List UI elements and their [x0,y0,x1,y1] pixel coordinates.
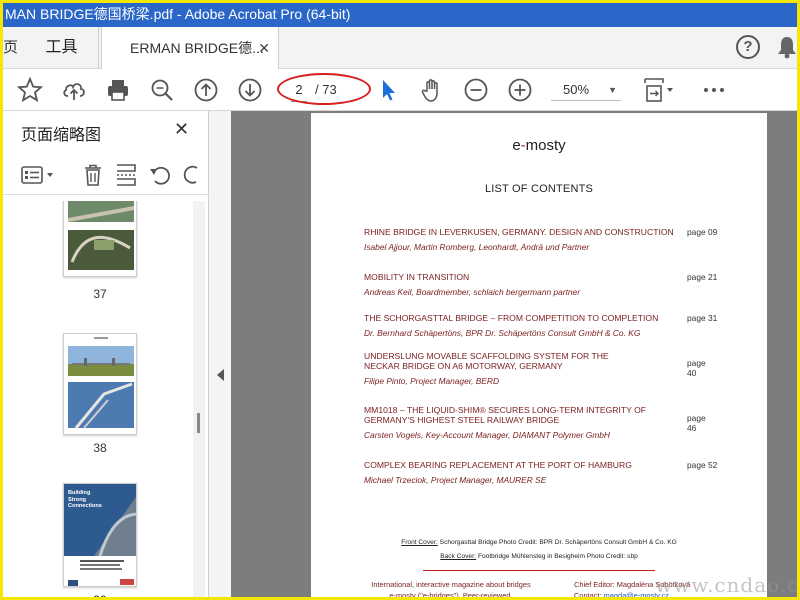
rotate-left-icon[interactable] [148,163,172,187]
help-circle-icon[interactable]: ? [736,35,760,59]
panel-title: 页面缩略图 [21,127,102,144]
trash-icon[interactable] [81,163,105,187]
chevron-left-icon [217,369,224,381]
toc-authors: Isabel Ajjour, Martin Romberg, Leonhardt… [364,242,590,252]
scrollbar-handle[interactable] [197,413,200,433]
back-cover-credit: Back Cover: Footbridge Mühlensteg in Bes… [311,553,767,560]
watermark-text: www.cndao.c [655,573,800,597]
footer-left-line: e-mosty ("e-bridges"). Peer-reviewed. [389,591,513,600]
hand-icon[interactable] [419,77,445,103]
toc-entry[interactable]: RHINE BRIDGE IN LEVERKUSEN, GERMANY. DES… [364,227,724,252]
toc-title: MOBILITY IN TRANSITION [364,272,470,282]
annotation-ellipse [277,73,371,105]
window-title: MAN BRIDGE德国桥梁.pdf - Adobe Acrobat Pro (… [3,3,797,27]
fit-page-icon[interactable] [641,77,677,103]
credit-text: Footbridge Mühlensteg in Besigheim Photo… [476,553,638,560]
thumbnail-page-number: 37 [93,287,107,301]
zoom-select[interactable]: 50% ▼ [551,79,621,101]
more-icon[interactable] [701,77,727,103]
toc-entry[interactable]: THE SCHORGASTTAL BRIDGE – FROM COMPETITI… [364,313,724,338]
credit-text: Schorgasttal Bridge Photo Credit: BPR Dr… [437,539,677,546]
page-down-icon[interactable] [237,77,263,103]
cloud-upload-icon[interactable] [61,77,87,103]
thumbnail-page-number: 39 [93,593,107,600]
thumbnail-scrollbar[interactable] [193,201,205,597]
tab-document[interactable]: ERMAN BRIDGE德... ✕ [101,27,279,70]
toc-entry[interactable]: MOBILITY IN TRANSITION Andreas Keil, Boa… [364,272,724,297]
toc-authors: Carsten Vogels, Key-Account Manager, DIA… [364,430,610,440]
print-icon[interactable] [105,77,131,103]
footer-contact-label: Contact: [574,591,604,600]
toc-page: page 31 [687,313,718,323]
panel-toolbar [3,155,209,195]
thumbnail-list: 37 38 Building Strong Connections 39 [3,201,193,600]
toc-entry[interactable]: UNDERSLUNG MOVABLE SCAFFOLDING SYSTEM FO… [364,351,706,386]
thumbnail-cover-text: Building Strong Connections [68,490,102,509]
toc-title: RHINE BRIDGE IN LEVERKUSEN, GERMANY. DES… [364,227,674,237]
toc-title: UNDERSLUNG MOVABLE SCAFFOLDING SYSTEM FO… [364,351,609,371]
toc-authors: Michael Trzeciok, Project Manager, MAURE… [364,475,547,485]
toc-title: COMPLEX BEARING REPLACEMENT AT THE PORT … [364,460,632,470]
thumbnail-page-number: 38 [93,441,107,455]
main-toolbar: 2 / 73 50% ▼ [3,69,797,111]
select-cursor-icon[interactable] [375,77,401,103]
app-window: MAN BRIDGE德国桥梁.pdf - Adobe Acrobat Pro (… [0,0,800,600]
contents-heading: LIST OF CONTENTS [484,183,594,195]
insert-page-icon[interactable] [114,163,138,187]
footer-left-line: International, interactive magazine abou… [371,580,531,589]
star-icon[interactable] [16,76,44,103]
toc-authors: Filipe Pinto, Project Manager, BERD [364,376,499,386]
toc-title: THE SCHORGASTTAL BRIDGE – FROM COMPETITI… [364,313,659,323]
toc-entry[interactable]: MM1018 – THE LIQUID-SHIM® SECURES LONG-T… [364,405,706,440]
tab-tools[interactable]: 工具 [25,27,99,69]
document-view[interactable]: e-mosty LIST OF CONTENTS RHINE BRIDGE IN… [231,111,797,600]
options-menu-icon[interactable] [21,163,57,187]
toc-page: page 21 [687,272,718,282]
page-up-icon[interactable] [193,77,219,103]
close-icon[interactable]: ✕ [174,119,189,140]
tab-document-label: ERMAN BRIDGE德... [130,40,264,56]
page-thumbnail[interactable]: Building Strong Connections [63,483,137,587]
page-thumbnail[interactable] [63,201,137,277]
footer-divider [423,570,655,571]
toc-authors: Andreas Keil, Boardmember, schlaich berg… [364,287,580,297]
thumbnail-panel: 页面缩略图 ✕ 37 38 Building Strong Connection… [3,111,209,600]
toc-entry[interactable]: COMPLEX BEARING REPLACEMENT AT THE PORT … [364,460,724,485]
credit-label: Back Cover: [440,553,477,560]
zoom-value: 50% [563,82,590,97]
toc-authors: Dr. Bernhard Schäpertöns, BPR Dr. Schäpe… [364,328,641,338]
rotate-right-icon[interactable] [183,163,207,187]
page-thumbnail[interactable] [63,333,137,435]
toc-page: page 40 [687,358,706,378]
toc-page: page 09 [687,227,718,237]
panel-collapse-handle[interactable] [209,111,231,597]
footer-left: International, interactive magazine abou… [351,579,551,600]
pdf-page: e-mosty LIST OF CONTENTS RHINE BRIDGE IN… [311,113,767,600]
brand-prefix: e [512,137,521,154]
close-icon[interactable]: ✕ [258,27,270,69]
front-cover-credit: Front Cover: Schorgasttal Bridge Photo C… [311,539,767,546]
zoom-out-icon[interactable] [463,77,489,103]
chevron-down-icon: ▼ [608,85,617,95]
brand-suffix: mosty [525,137,566,154]
toc-title: MM1018 – THE LIQUID-SHIM® SECURES LONG-T… [364,405,647,425]
credit-label: Front Cover: [401,539,438,546]
zoom-in-icon[interactable] [507,77,533,103]
toc-page: page 52 [687,460,718,470]
bell-icon[interactable] [777,35,797,64]
zoom-search-icon[interactable] [149,77,175,103]
magazine-brand: e-mosty [311,137,767,154]
tab-bar: 页 工具 ERMAN BRIDGE德... ✕ ? [3,27,797,70]
toc-page: page 46 [687,413,706,433]
